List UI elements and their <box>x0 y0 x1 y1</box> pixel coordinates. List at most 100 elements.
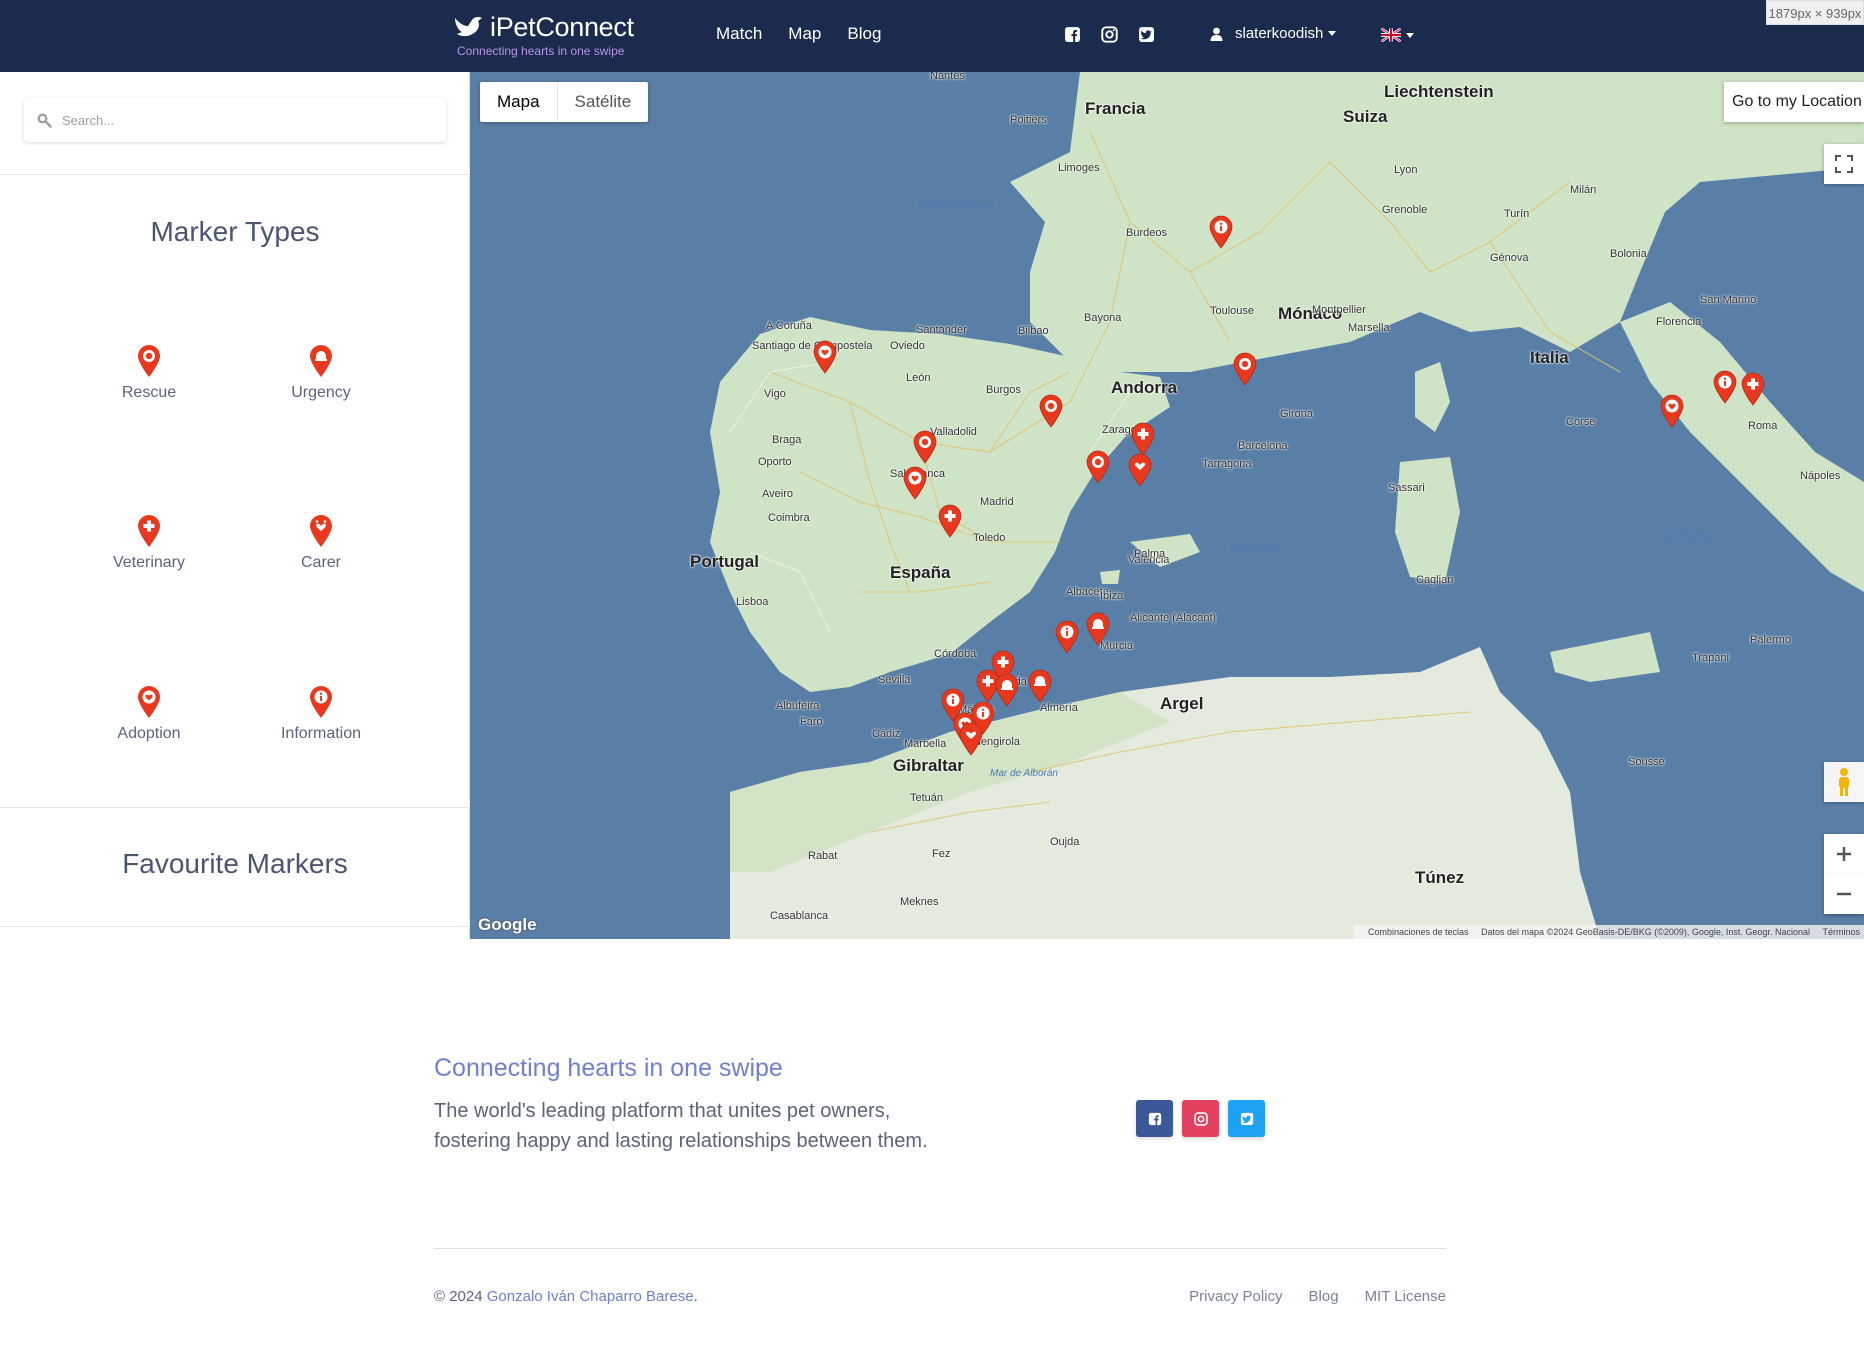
map-label-city: Sevilla <box>878 674 911 686</box>
user-menu[interactable]: slaterkoodish <box>1210 25 1337 42</box>
map-marker-rescue[interactable] <box>912 430 938 464</box>
license-link[interactable]: MIT License <box>1365 1288 1446 1305</box>
twitter-icon[interactable] <box>1138 26 1155 43</box>
footer-twitter-button[interactable] <box>1228 1100 1265 1137</box>
footer-links: Privacy Policy Blog MIT License <box>1189 1288 1446 1305</box>
map-label-country: Andorra <box>1111 378 1178 397</box>
map-label-country: Argel <box>1160 694 1204 713</box>
google-map[interactable]: Francia España Portugal Italia Suiza And… <box>470 72 1864 939</box>
information-marker-icon <box>1055 620 1079 654</box>
footer-instagram-button[interactable] <box>1182 1100 1219 1137</box>
language-selector[interactable] <box>1381 28 1414 42</box>
map-label-sea: Mar de Alborán <box>990 768 1058 779</box>
map-marker-adoption[interactable] <box>1659 394 1685 428</box>
marker-type-label: Information <box>280 725 362 742</box>
facebook-icon <box>1148 1112 1161 1125</box>
map-label-city: Oporto <box>758 456 792 468</box>
footer-blog-link[interactable]: Blog <box>1309 1288 1339 1305</box>
map-type-map-button[interactable]: Mapa <box>480 82 558 122</box>
map-marker-urgency[interactable] <box>1027 669 1053 703</box>
map-marker-rescue[interactable] <box>1085 450 1111 484</box>
map-label-country: Túnez <box>1415 868 1465 887</box>
map-marker-adoption[interactable] <box>812 340 838 374</box>
veterinary-marker-icon <box>1131 422 1155 456</box>
brand-tagline: Connecting hearts in one swipe <box>457 44 625 58</box>
map-marker-information[interactable] <box>1712 370 1738 404</box>
map-label-city: Génova <box>1490 252 1529 264</box>
map-label-city: Roma <box>1748 420 1778 432</box>
map-label-sea: Golfo de Vizcaya <box>918 200 994 211</box>
navbar-social <box>1064 26 1155 43</box>
map-attribution: Combinaciones de teclas Datos del mapa ©… <box>1353 925 1864 939</box>
map-marker-adoption[interactable] <box>902 466 928 500</box>
zoom-out-button[interactable] <box>1824 874 1864 914</box>
instagram-icon <box>1193 1111 1208 1126</box>
street-view-pegman[interactable] <box>1824 762 1864 802</box>
map-label-city: Tarragona <box>1202 458 1252 470</box>
brand[interactable]: iPetConnect Connecting hearts in one swi… <box>452 12 634 58</box>
map-marker-veterinary[interactable] <box>1130 422 1156 456</box>
chevron-down-icon <box>1406 32 1414 38</box>
map-marker-urgency[interactable] <box>1085 612 1111 646</box>
search-icon <box>37 113 52 128</box>
map-label-city: Corse <box>1566 416 1596 428</box>
instagram-icon[interactable] <box>1101 26 1118 43</box>
information-marker-icon <box>1713 370 1737 404</box>
marker-type-veterinary[interactable]: Veterinary <box>74 514 224 572</box>
keyboard-shortcuts-link[interactable]: Combinaciones de teclas <box>1368 927 1469 937</box>
go-to-location-button[interactable]: Go to my Location <box>1724 82 1864 122</box>
search-input[interactable] <box>62 98 432 142</box>
marker-type-label: Carer <box>300 554 341 571</box>
map-marker-urgency[interactable] <box>994 673 1020 707</box>
map-label-city: Albufeira <box>776 700 820 712</box>
map-marker-information[interactable] <box>1208 215 1234 249</box>
terms-link[interactable]: Términos <box>1822 927 1860 937</box>
map-label-city: Trapani <box>1692 652 1729 664</box>
map-label-city: Nantes <box>930 72 965 82</box>
map-label-city: Meknes <box>900 896 939 908</box>
map-label-city: Cádiz <box>872 728 901 740</box>
privacy-policy-link[interactable]: Privacy Policy <box>1189 1288 1282 1305</box>
marker-type-label: Adoption <box>117 725 181 742</box>
marker-type-adoption[interactable]: Adoption <box>74 685 224 743</box>
map-label-city: Poitiers <box>1010 114 1047 126</box>
adoption-marker-icon <box>903 466 927 500</box>
map-marker-information[interactable] <box>1054 620 1080 654</box>
author-link[interactable]: Gonzalo Iván Chaparro Barese <box>487 1288 694 1305</box>
map-label-city: Sassari <box>1388 482 1425 494</box>
map-base <box>470 72 1864 939</box>
nav-map[interactable]: Map <box>788 24 821 44</box>
map-label-city: Coimbra <box>768 512 810 524</box>
map-type-satellite-button[interactable]: Satélite <box>558 82 649 122</box>
fullscreen-button[interactable] <box>1824 144 1864 184</box>
divider <box>0 174 470 175</box>
map-marker-carer[interactable] <box>958 722 984 756</box>
copyright-prefix: © 2024 <box>434 1288 483 1305</box>
divider <box>0 807 470 808</box>
map-label-city: Toulouse <box>1210 305 1255 317</box>
marker-type-carer[interactable]: Carer <box>246 514 396 572</box>
map-label-city: Bayona <box>1084 312 1122 324</box>
map-marker-veterinary[interactable] <box>937 504 963 538</box>
map-label-city: León <box>906 372 931 384</box>
main-nav: Match Map Blog <box>716 24 881 44</box>
marker-type-information[interactable]: Information <box>246 685 396 743</box>
twitter-icon <box>1240 1112 1253 1125</box>
nav-match[interactable]: Match <box>716 24 762 44</box>
map-marker-rescue[interactable] <box>1038 394 1064 428</box>
nav-blog[interactable]: Blog <box>847 24 881 44</box>
map-marker-carer[interactable] <box>1127 453 1153 487</box>
marker-type-rescue[interactable]: Rescue <box>74 344 224 402</box>
marker-types-title: Marker Types <box>150 216 320 247</box>
map-label-city: Faro <box>800 716 823 728</box>
facebook-icon[interactable] <box>1064 26 1081 43</box>
copyright-suffix: . <box>693 1288 698 1305</box>
zoom-in-button[interactable] <box>1824 834 1864 874</box>
marker-type-label: Urgency <box>291 384 351 401</box>
map-label-country: Liechtenstein <box>1384 82 1494 101</box>
map-marker-rescue[interactable] <box>1232 352 1258 386</box>
map-marker-veterinary[interactable] <box>1740 372 1766 406</box>
map-label-city: Palma <box>1134 548 1166 560</box>
footer-facebook-button[interactable] <box>1136 1100 1173 1137</box>
marker-type-urgency[interactable]: Urgency <box>246 344 396 402</box>
